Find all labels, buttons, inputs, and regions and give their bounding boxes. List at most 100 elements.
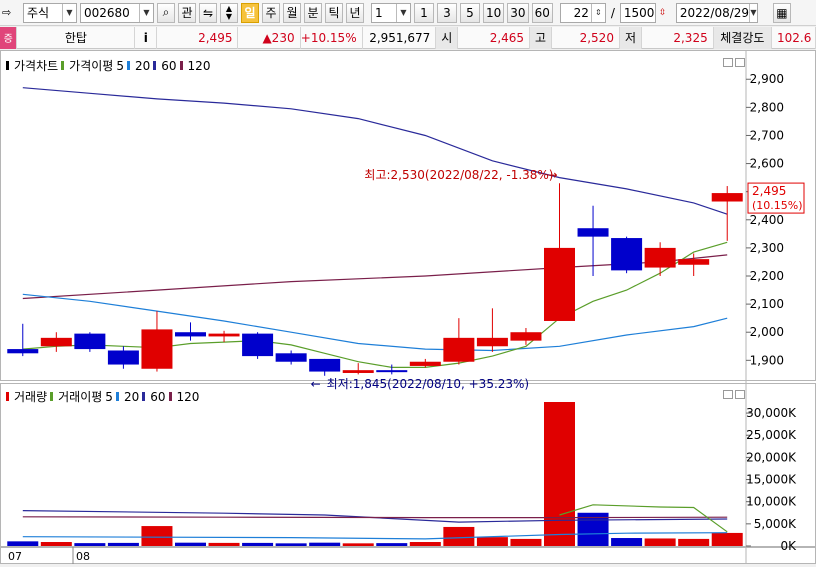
count-input[interactable]: 22 ⇕: [559, 2, 606, 23]
open-value: 2,465: [458, 26, 531, 49]
sync-button[interactable]: ⇋: [199, 2, 217, 23]
price-y-tick-label: 2,300: [750, 241, 784, 255]
toolbar: ⇨ 주식 ▼ 002680 ▼ ⌕ 관 ⇋ ▲ ▼ 일 주 월 분 틱 년 1 ▼…: [0, 0, 816, 26]
price-change: ▲230: [238, 26, 301, 49]
current-pct-label: (10.15%): [752, 199, 803, 212]
volume-bar: [242, 542, 274, 546]
price-legend: 가격차트 가격이평 5 20 60 120: [6, 57, 210, 74]
volume-y-tick-label: 5,000K: [754, 517, 797, 531]
candle-body: [40, 337, 72, 347]
candle-body: [443, 337, 475, 362]
interval-10-button[interactable]: 10: [483, 2, 505, 23]
stock-name-field[interactable]: 한탑: [17, 26, 136, 49]
legend-marker-ma120: [168, 392, 172, 401]
candle-body: [342, 370, 374, 373]
high-label: 고: [530, 26, 553, 49]
chevron-down-icon[interactable]: ▼: [62, 3, 76, 22]
x-axis-label: 08: [76, 550, 90, 563]
volume-y-tick-label: 25,000K: [746, 428, 797, 442]
candle-body: [107, 350, 139, 365]
volume-bar: [644, 538, 676, 546]
period-minute-button[interactable]: 분: [304, 2, 322, 23]
price-legend-ma5: 5: [116, 58, 124, 73]
volume-bar: [544, 402, 575, 546]
volume-bar: [342, 543, 374, 546]
candle-body: [409, 361, 441, 366]
chevron-down-icon[interactable]: ▼: [749, 3, 757, 22]
volume-y-tick-label: 0K: [780, 539, 797, 553]
volume-legend-ma60: 60: [150, 389, 166, 404]
stepper-icon[interactable]: ⇕: [590, 3, 605, 22]
price-y-tick-label: 2,200: [750, 269, 784, 283]
market-type-select[interactable]: 주식 ▼: [23, 2, 77, 23]
info-icon: i: [143, 30, 148, 45]
max-price-annotation: 최고:2,530(2022/08/22, -1.38%): [364, 168, 553, 182]
stock-chart[interactable]: 1,9002,0002,1002,2002,3002,4002,5002,600…: [0, 50, 816, 564]
volume-legend-ma20: 20: [123, 389, 140, 404]
volume-legend-ma120: 120: [176, 389, 200, 404]
volume-y-tick-label: 15,000K: [746, 473, 797, 487]
candle-body: [510, 332, 542, 341]
chevron-down-icon[interactable]: ▼: [139, 3, 153, 22]
search-button[interactable]: ⌕: [157, 2, 175, 23]
price-y-tick-label: 2,800: [750, 100, 784, 114]
volume-legend-ma-title: 거래이평: [58, 390, 103, 404]
interval-60-button[interactable]: 60: [531, 2, 553, 23]
low-label: 저: [619, 26, 642, 49]
period-year-button[interactable]: 년: [346, 2, 364, 23]
candle-body: [74, 333, 106, 350]
count-separator: /: [610, 5, 615, 20]
volume-legend: 거래량 거래이평 5 20 60 120: [6, 388, 199, 405]
watchlist-button[interactable]: 관: [178, 2, 196, 23]
candle-body: [376, 370, 408, 373]
total-count-field[interactable]: 1500: [619, 2, 656, 23]
low-value: 2,325: [642, 26, 714, 49]
volume-bar: [678, 538, 710, 546]
candle-body: [175, 332, 206, 337]
volume-bar: [711, 532, 743, 546]
price-y-tick-label: 2,900: [750, 72, 784, 86]
interval-30-button[interactable]: 30: [507, 2, 529, 23]
chevron-down-icon[interactable]: ▼: [396, 3, 410, 22]
period-tick-button[interactable]: 틱: [325, 2, 343, 23]
price-legend-ma120: 120: [187, 58, 211, 73]
period-week-button[interactable]: 주: [262, 2, 280, 23]
volume-panel-minimize-button[interactable]: [723, 390, 733, 399]
date-value: 2022/08/29: [679, 5, 750, 20]
calendar-button[interactable]: ▦: [772, 2, 791, 23]
candle-body: [577, 228, 609, 237]
spin-button[interactable]: ▲ ▼: [220, 2, 238, 23]
price-legend-ma-title: 가격이평: [69, 59, 114, 73]
legend-marker: [6, 392, 9, 401]
interval-select[interactable]: 1 ▼: [371, 2, 411, 23]
badge-text: 증: [3, 34, 13, 45]
date-select[interactable]: 2022/08/29 ▼: [675, 2, 758, 23]
period-day-button[interactable]: 일: [241, 2, 259, 23]
candle-body: [275, 353, 307, 362]
stock-code-input[interactable]: 002680 ▼: [80, 2, 154, 23]
plus-minus-icon[interactable]: ⇳: [659, 8, 671, 18]
volume-bar: [376, 543, 408, 546]
candle-body: [611, 238, 643, 271]
legend-marker-ma120: [179, 61, 183, 70]
candle-body: [711, 193, 743, 202]
price-legend-ma20: 20: [134, 58, 151, 73]
count-value: 22: [573, 5, 589, 20]
price-panel-close-button[interactable]: [735, 58, 745, 67]
volume-panel-close-button[interactable]: [735, 390, 745, 399]
volume-y-tick-label: 10,000K: [746, 495, 797, 509]
volume-bar: [107, 542, 139, 546]
interval-5-button[interactable]: 5: [460, 2, 480, 23]
info-button[interactable]: i: [135, 26, 158, 49]
volume-bar: [208, 542, 240, 546]
chart-area: 1,9002,0002,1002,2002,3002,4002,5002,600…: [0, 50, 816, 564]
interval-3-button[interactable]: 3: [437, 2, 457, 23]
price-panel-minimize-button[interactable]: [723, 58, 733, 67]
interval-1-button[interactable]: 1: [414, 2, 434, 23]
volume-bar: [409, 542, 441, 546]
price-panel-frame: [0, 50, 816, 381]
menu-arrow-icon[interactable]: ⇨: [2, 6, 20, 19]
x-axis-strip: [0, 547, 816, 564]
legend-marker-ma20: [126, 61, 130, 70]
period-month-button[interactable]: 월: [283, 2, 301, 23]
